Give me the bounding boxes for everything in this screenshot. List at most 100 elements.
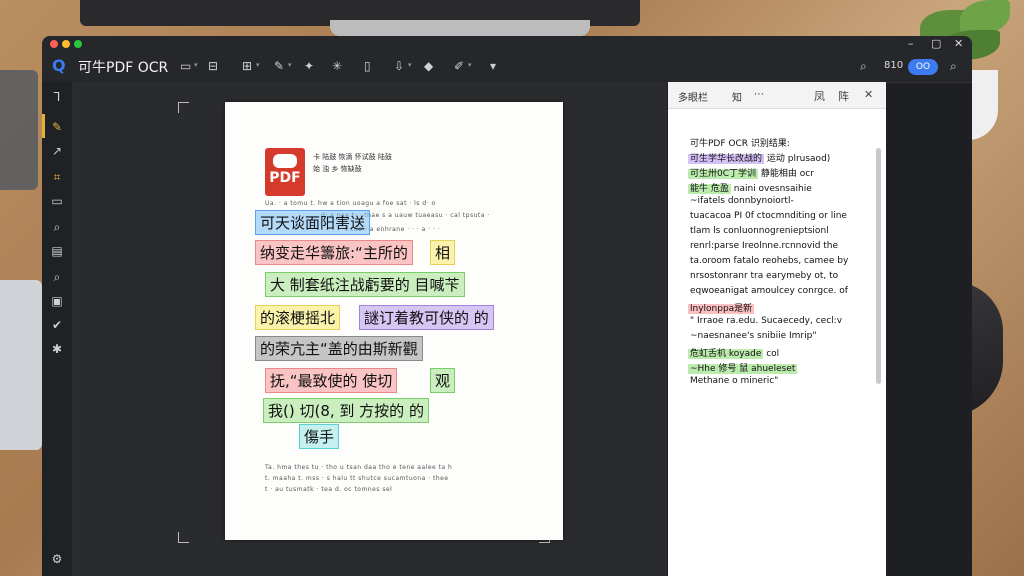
left-sidebar: Ꞁ ✎ ↗ ⌗ ▭ ⌕ ▤ ⌕ ▣ ✔ ✱ ⚙: [42, 82, 73, 576]
ocr-text-line[interactable]: 可生学华长改战的 运动 plrusaod): [688, 151, 830, 164]
ocr-text-line[interactable]: 危虹舌机 koyade col: [688, 346, 779, 359]
ocr-text-line[interactable]: lnylonppa是新: [688, 301, 755, 314]
sparkle-icon[interactable]: ✳: [332, 59, 342, 73]
link-icon[interactable]: ⌕: [42, 220, 72, 235]
panel-scrollbar[interactable]: [876, 148, 881, 384]
crop-corner: [178, 102, 189, 113]
ocr-highlight[interactable]: 抚,“最致使的 使切: [265, 368, 398, 393]
ocr-text-segment: nrsostonranr tra earymeby ot, to: [690, 271, 839, 281]
ocr-text-rest: naini ovesnsaihie: [730, 184, 812, 194]
search-icon[interactable]: ⌕: [860, 59, 867, 74]
magic-wand-icon[interactable]: ✎: [274, 59, 284, 73]
pdf-page[interactable]: PDF 卡 陆鼓 恢滴 怀试鼓 陆鼓 始 浊 乡 恢缺鼓 Ua. · a tom…: [225, 102, 563, 540]
search-icon[interactable]: ⌕: [950, 59, 957, 74]
ocr-text-segment: tlam ls conluonnogrenieptsionl: [690, 226, 829, 236]
ocr-text-line[interactable]: 可牛PDF OCR 识别结果:: [688, 136, 792, 149]
ocr-text-segment: " Irraoe ra.edu. Sucaecedy, cecl:v: [690, 316, 843, 326]
image-icon[interactable]: ▭: [42, 194, 72, 208]
ocr-highlight[interactable]: 的滚梗摇北: [255, 305, 341, 330]
ocr-highlight[interactable]: 大 制套纸注战虧要的 目喊苄: [265, 272, 465, 297]
gear-icon[interactable]: ⚙: [42, 552, 72, 566]
grid-icon[interactable]: ⊞: [242, 59, 252, 73]
settings-star-icon[interactable]: ✱: [42, 342, 72, 356]
ocr-text-line[interactable]: Methane o mineric": [688, 376, 780, 386]
close-dot[interactable]: [50, 40, 58, 48]
ocr-text-segment: lnylonppa是新: [688, 304, 755, 314]
save-icon[interactable]: ⊟: [208, 59, 218, 73]
panel-title[interactable]: 多眼栏: [678, 89, 708, 104]
ocr-highlight[interactable]: 我() 切(8, 到 方按的 的: [263, 398, 429, 423]
highlighter-icon[interactable]: ✎: [42, 120, 72, 134]
layout-icon[interactable]: 阵: [838, 88, 849, 104]
ocr-highlight[interactable]: 謎订着教可侠的 的: [359, 305, 494, 330]
ocr-text-line[interactable]: " Irraoe ra.edu. Sucaecedy, cecl:v: [688, 316, 844, 326]
close-icon[interactable]: ✕: [864, 88, 873, 101]
document-canvas[interactable]: PDF 卡 陆鼓 恢滴 怀试鼓 陆鼓 始 浊 乡 恢缺鼓 Ua. · a tom…: [73, 82, 696, 576]
ocr-text-segment: 危虹舌机 koyade: [688, 349, 764, 359]
panel-header: 多眼栏 知 ⋯ 凤 阵 ✕: [668, 82, 886, 109]
sidebar-top-icon[interactable]: Ꞁ: [42, 90, 72, 104]
doc-text-line: t · au tusmatk · tea d. oc tomnes sel: [265, 486, 393, 493]
pdf-logo-text: PDF: [269, 170, 301, 186]
panel-menu-icon[interactable]: ⋯: [754, 89, 764, 100]
app-title: 可牛PDF OCR: [78, 60, 169, 76]
ocr-text-segment: Methane o mineric": [690, 376, 779, 386]
chevron-down-icon[interactable]: ▾: [194, 61, 198, 69]
ocr-text-line[interactable]: nrsostonranr tra earymeby ot, to: [688, 271, 840, 281]
pages-icon[interactable]: ▤: [42, 244, 72, 258]
ocr-text-line[interactable]: ~ifatels donnbynoiortl-: [688, 196, 796, 206]
ocr-text-line[interactable]: renrl:parse Ireolnne.rcnnovid the: [688, 241, 840, 251]
arrow-icon[interactable]: ↗: [42, 144, 72, 158]
scan-icon[interactable]: ⌗: [42, 170, 72, 185]
ocr-text-rest: 运动 plrusaod): [764, 154, 831, 164]
diamond-icon[interactable]: ◆: [424, 59, 433, 73]
close-icon[interactable]: ✕: [954, 37, 963, 50]
toolbar-counter: 810: [884, 60, 904, 71]
ocr-text-line[interactable]: eqwoeanigat amoulcey conrgce. of: [688, 286, 850, 296]
ocr-result-panel: 多眼栏 知 ⋯ 凤 阵 ✕ 可牛PDF OCR 识别结果: 可生学华长改战的 运动…: [668, 82, 886, 576]
ocr-highlight[interactable]: 傷手: [299, 424, 340, 449]
pen-icon[interactable]: ✐: [454, 59, 464, 73]
background-keyboard: [0, 280, 42, 450]
chevron-down-icon[interactable]: ▾: [256, 61, 260, 69]
ocr-text-line[interactable]: 可生卅0C丁学训 静能相由 ocr: [688, 166, 814, 179]
check-icon[interactable]: ✔: [42, 318, 72, 332]
folder-icon[interactable]: ▭: [180, 59, 191, 73]
app-window: – ▢ ✕ Q 可牛PDF OCR ▭ ▾ ⊟ ⊞ ▾ ✎ ▾ ✦ ✳ ▯ ⇩ …: [42, 36, 972, 576]
more-caret-icon[interactable]: ▾: [490, 59, 496, 73]
ocr-text-segment: ~Hhe 修号 鼠 ahueleset: [688, 364, 798, 374]
ocr-highlight[interactable]: 观: [430, 368, 456, 393]
maximize-icon[interactable]: ▢: [931, 37, 941, 50]
panel-tab[interactable]: 知: [732, 89, 742, 104]
search-icon[interactable]: ⌕: [42, 270, 72, 285]
maximize-dot[interactable]: [74, 40, 82, 48]
ocr-highlight[interactable]: 的荣亢主“盖的由斯新觀: [255, 336, 423, 361]
ocr-text-line[interactable]: 能牛 危盈 naini ovesnsaihie: [688, 181, 812, 194]
ocr-text-line[interactable]: ~Hhe 修号 鼠 ahueleset: [688, 361, 798, 374]
ocr-text-segment: ~naesnanee's snibiie Imrip": [690, 331, 817, 341]
ocr-text-line[interactable]: ~naesnanee's snibiie Imrip": [688, 331, 819, 341]
chevron-down-icon[interactable]: ▾: [468, 61, 472, 69]
doc-header-line: 卡 陆鼓 恢滴 怀试鼓 陆鼓: [313, 153, 392, 161]
pdf-logo-mark-icon: [273, 154, 297, 168]
save-icon[interactable]: ▣: [42, 294, 72, 308]
document-icon[interactable]: ▯: [364, 59, 371, 73]
ocr-text-line[interactable]: tlam ls conluonnogrenieptsionl: [688, 226, 831, 236]
ocr-text-segment: eqwoeanigat amoulcey conrgce. of: [690, 286, 848, 296]
export-icon[interactable]: ⇩: [394, 59, 404, 73]
doc-text-line: Ta. hma thes tu · tho u tsan daa tho e t…: [265, 464, 453, 471]
ocr-highlight[interactable]: 纳变走华籌旅:“主所的: [255, 240, 413, 265]
minimize-icon[interactable]: –: [908, 37, 914, 50]
view-toggle-button[interactable]: OO: [908, 59, 938, 75]
chevron-down-icon[interactable]: ▾: [408, 61, 412, 69]
ocr-highlight[interactable]: 相: [430, 240, 456, 265]
minimize-dot[interactable]: [62, 40, 70, 48]
history-icon[interactable]: 凤: [814, 88, 825, 104]
ocr-text-segment: ~ifatels donnbynoiortl-: [690, 196, 794, 206]
chevron-down-icon[interactable]: ▾: [288, 61, 292, 69]
app-logo-icon: Q: [52, 56, 66, 75]
ocr-text-line[interactable]: tuacacoa PI 0f ctocmnditing or line: [688, 211, 849, 221]
ocr-highlight[interactable]: 可天谈面阳害送: [255, 210, 371, 235]
stamp-icon[interactable]: ✦: [304, 59, 314, 73]
ocr-text-line[interactable]: ta.oroom fatalo reohebs, camee by: [688, 256, 850, 266]
